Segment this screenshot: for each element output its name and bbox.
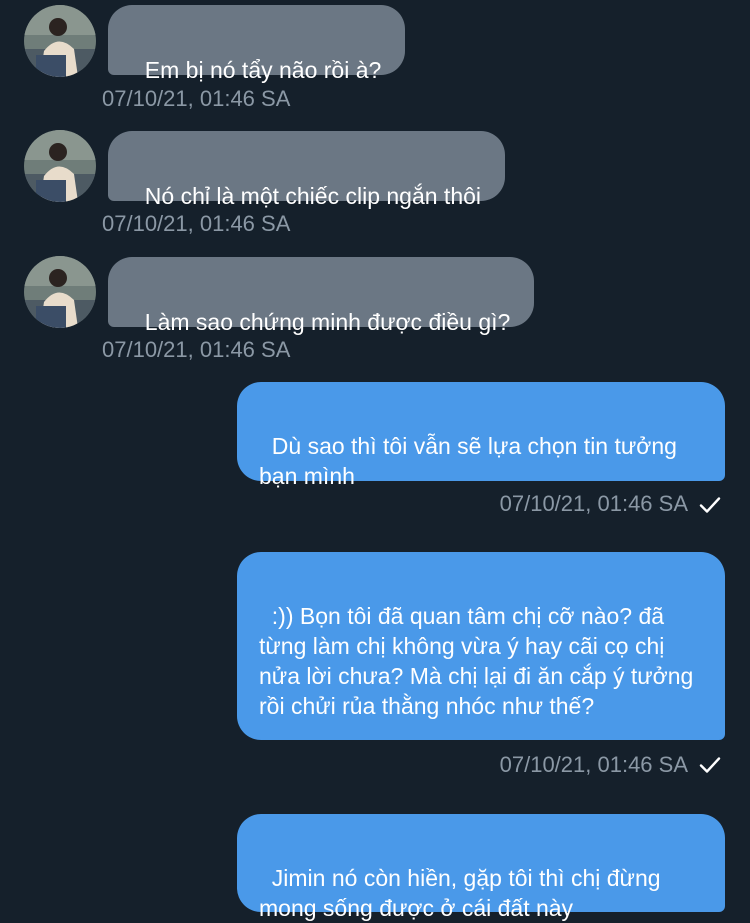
message-timestamp: 07/10/21, 01:46 SA <box>102 337 291 362</box>
message-bubble[interactable]: :)) Bọn tôi đã quan tâm chị cỡ nào? đã t… <box>237 552 725 740</box>
message-text: :)) Bọn tôi đã quan tâm chị cỡ nào? đã t… <box>259 603 700 719</box>
message-text: Dù sao thì tôi vẫn sẽ lựa chọn tin tưởng… <box>259 433 684 489</box>
message-text: Làm sao chứng minh được điều gì? <box>144 309 511 335</box>
message-bubble[interactable]: Nó chỉ là một chiếc clip ngắn thôi <box>108 131 506 209</box>
message-timestamp: 07/10/21, 01:46 SA <box>102 211 291 236</box>
message-bubble[interactable]: Dù sao thì tôi vẫn sẽ lựa chọn tin tưởng… <box>237 382 725 489</box>
message-text: Em bị nó tẩy não rồi à? <box>144 57 382 83</box>
message-timestamp: 07/10/21, 01:46 SA <box>499 491 688 516</box>
message-timestamp: 07/10/21, 01:46 SA <box>499 752 688 777</box>
message-timestamp: 07/10/21, 01:46 SA <box>102 86 291 111</box>
message-text: Jimin nó còn hiền, gặp tôi thì chị đừng … <box>259 865 667 921</box>
avatar[interactable] <box>24 256 96 328</box>
avatar[interactable] <box>24 130 96 202</box>
message-bubble[interactable]: Jimin nó còn hiền, gặp tôi thì chị đừng … <box>237 814 725 921</box>
check-icon <box>699 497 721 513</box>
message-text: Nó chỉ là một chiếc clip ngắn thôi <box>144 183 482 209</box>
check-icon <box>699 757 721 773</box>
avatar[interactable] <box>24 5 96 77</box>
message-bubble[interactable]: Làm sao chứng minh được điều gì? <box>108 257 535 335</box>
message-bubble[interactable]: Em bị nó tẩy não rồi à? <box>108 5 406 83</box>
